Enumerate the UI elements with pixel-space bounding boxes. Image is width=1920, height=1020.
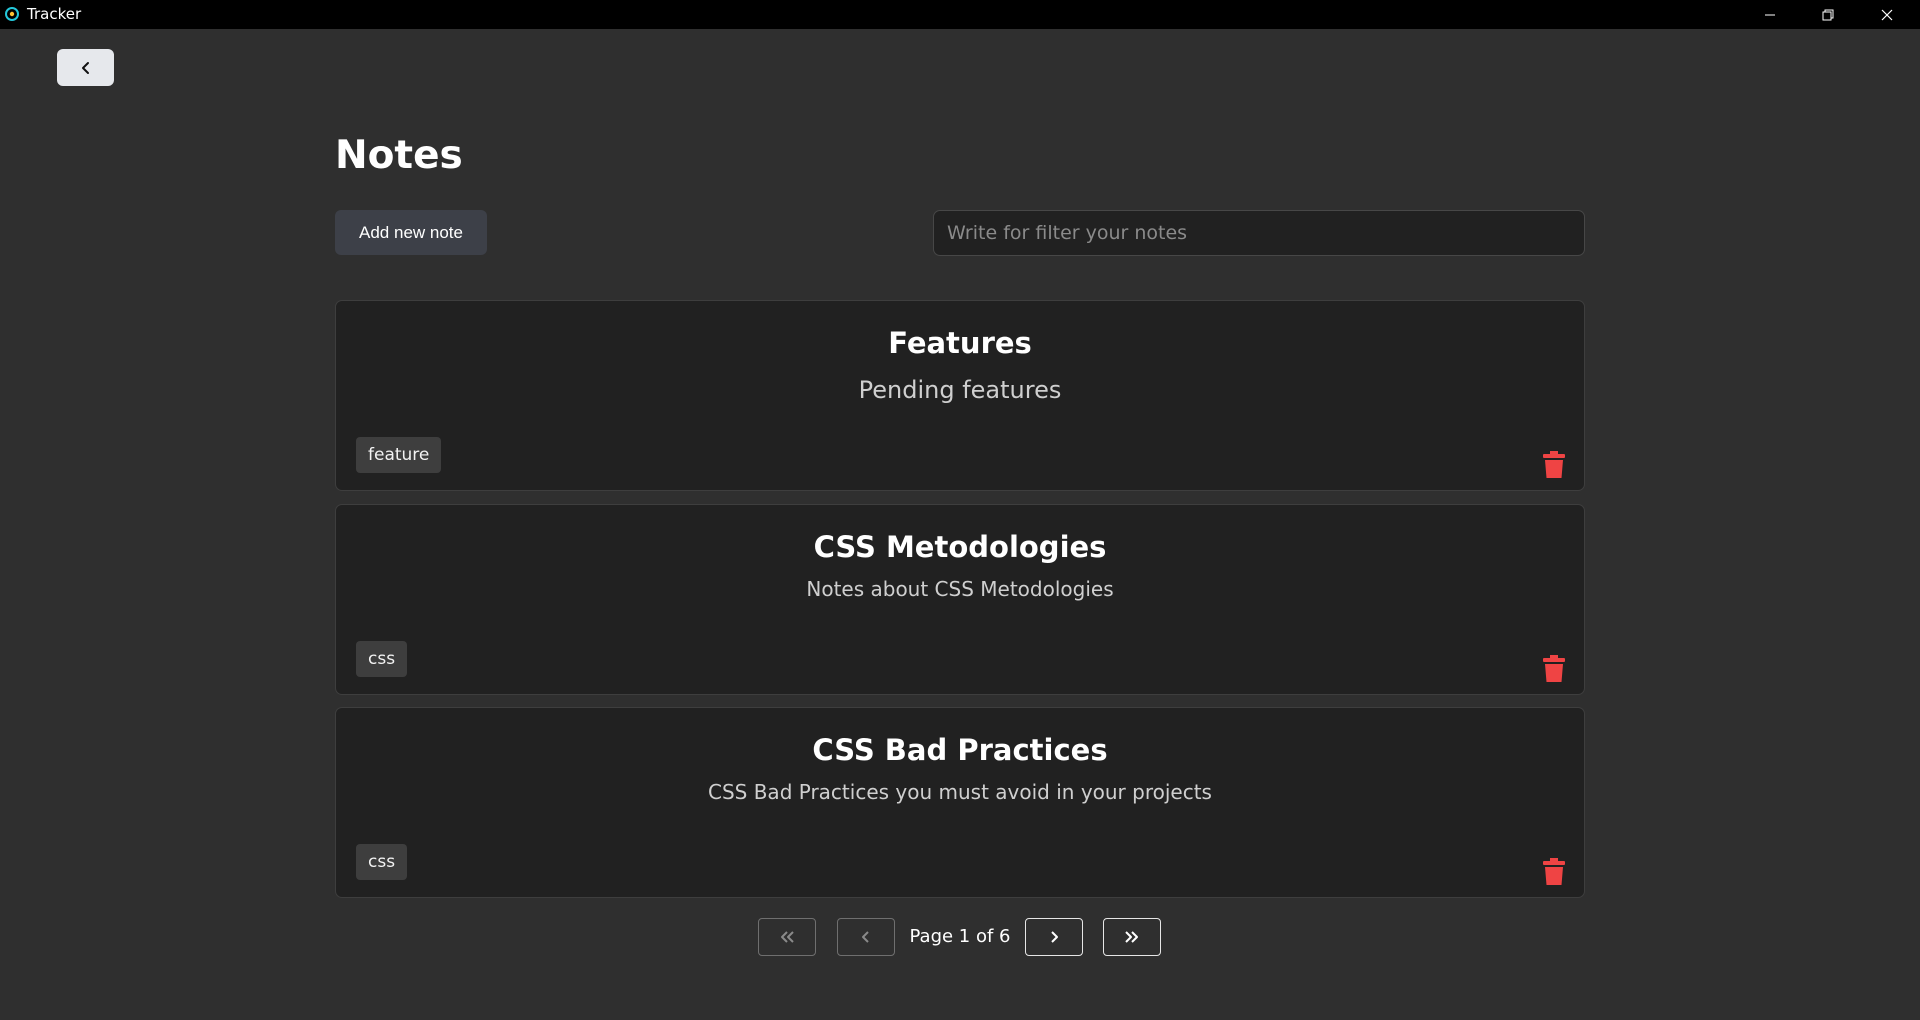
note-tag: feature bbox=[356, 437, 442, 473]
add-new-note-button[interactable]: Add new note bbox=[335, 210, 487, 255]
note-card[interactable]: Features Pending features feature bbox=[335, 300, 1585, 491]
chevron-right-icon bbox=[1051, 931, 1058, 943]
note-card[interactable]: CSS Metodologies Notes about CSS Metodol… bbox=[335, 504, 1585, 695]
restore-icon bbox=[1822, 9, 1834, 20]
note-tag: css bbox=[356, 641, 408, 677]
chevron-left-icon bbox=[862, 931, 869, 943]
delete-note-button[interactable] bbox=[1540, 653, 1568, 685]
close-button[interactable] bbox=[1858, 0, 1916, 29]
note-title: CSS Bad Practices bbox=[812, 733, 1108, 767]
note-description: Notes about CSS Metodologies bbox=[806, 577, 1114, 601]
note-description: CSS Bad Practices you must avoid in your… bbox=[708, 780, 1212, 804]
note-description: Pending features bbox=[858, 376, 1062, 404]
next-page-button[interactable] bbox=[1025, 918, 1083, 956]
page-indicator: Page 1 of 6 bbox=[909, 926, 1011, 947]
window-title: Tracker bbox=[27, 5, 82, 23]
window-titlebar: Tracker bbox=[0, 0, 1920, 29]
chevrons-left-icon bbox=[781, 931, 794, 943]
search-input[interactable] bbox=[933, 210, 1585, 256]
last-page-button[interactable] bbox=[1103, 918, 1161, 956]
note-card[interactable]: CSS Bad Practices CSS Bad Practices you … bbox=[335, 707, 1585, 898]
chevron-left-icon bbox=[81, 61, 89, 74]
close-icon bbox=[1881, 9, 1893, 20]
page-title: Notes bbox=[335, 133, 463, 178]
delete-note-button[interactable] bbox=[1540, 449, 1568, 481]
note-tag: css bbox=[356, 844, 408, 880]
minimize-button[interactable] bbox=[1741, 0, 1799, 29]
trash-icon bbox=[1543, 451, 1565, 478]
trash-icon bbox=[1543, 858, 1565, 885]
note-title: Features bbox=[888, 326, 1032, 360]
previous-page-button[interactable] bbox=[837, 918, 895, 956]
back-button[interactable] bbox=[57, 49, 114, 86]
minimize-icon bbox=[1765, 14, 1775, 15]
trash-icon bbox=[1543, 655, 1565, 682]
app-logo-icon bbox=[5, 7, 19, 21]
restore-button[interactable] bbox=[1799, 0, 1857, 29]
first-page-button[interactable] bbox=[758, 918, 816, 956]
note-title: CSS Metodologies bbox=[813, 530, 1107, 564]
chevrons-right-icon bbox=[1125, 931, 1138, 943]
delete-note-button[interactable] bbox=[1540, 856, 1568, 888]
